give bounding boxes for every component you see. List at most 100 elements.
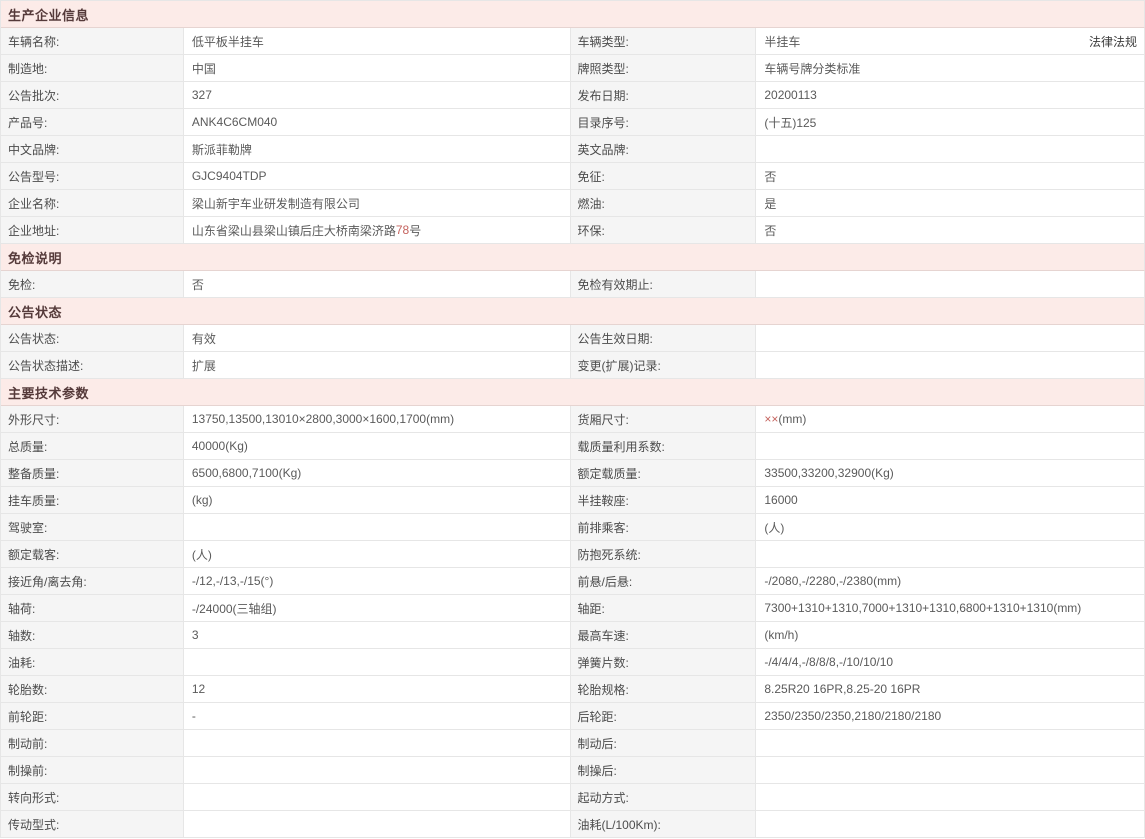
field-label-text: 额定载客: (8, 547, 60, 562)
value-text: (十五)125 (764, 115, 817, 130)
value-text: (kg) (191, 493, 213, 507)
field-value: 16000 (756, 487, 1145, 513)
laws-regulations-link[interactable]: 法律法规 (1089, 33, 1144, 50)
table-row: 免检: 否 免检有效期止: (1, 271, 1145, 298)
field-label: 传动型式: (1, 811, 184, 837)
field-label: 轮胎数: (1, 676, 184, 702)
field-label: 外形尺寸: (1, 406, 184, 432)
field-value (756, 784, 1145, 810)
field-value: 中国 (183, 55, 571, 81)
value-text: 8.25R20 16PR,8.25-20 16PR (764, 682, 921, 696)
value-text: 中国 (191, 61, 216, 76)
field-value (756, 352, 1145, 378)
field-label: 转向形式: (1, 784, 184, 810)
value-text: 车辆号牌分类标准 (764, 61, 861, 76)
field-value: (kg) (183, 487, 571, 513)
field-value (756, 271, 1145, 297)
field-label: 公告生效日期: (570, 325, 757, 351)
field-value: -/2080,-/2280,-/2380(mm) (756, 568, 1145, 594)
value-text: 13750,13500,13010×2800,3000×1600,1700(mm… (191, 412, 455, 426)
value-text: 6500,6800,7100(Kg) (191, 466, 302, 480)
table-row: 接近角/离去角: -/12,-/13,-/15(°) 前悬/后悬: -/2080,-/… (1, 568, 1145, 595)
field-label-text: 免检: (8, 277, 36, 292)
value-text: 是 (764, 196, 777, 211)
field-label-text: 载质量利用系数: (577, 439, 665, 454)
field-value: 327 (183, 82, 571, 108)
field-value: 8.25R20 16PR,8.25-20 16PR (756, 676, 1145, 702)
field-label-text: 货厢尺寸: (577, 412, 629, 427)
field-label-text: 公告状态描述: (8, 358, 84, 373)
field-label: 起动方式: (570, 784, 757, 810)
table-row: 产品号: ANK4C6CM040 目录序号: (十五)125 (1, 109, 1145, 136)
field-value: -/4/4/4,-/8/8/8,-/10/10/10 (756, 649, 1145, 675)
section-title: 主要技术参数 (8, 385, 90, 401)
field-value: -/24000(三轴组) (183, 595, 571, 621)
field-value (756, 136, 1145, 162)
section-header: 公告状态 (1, 298, 1145, 325)
field-value: 13750,13500,13010×2800,3000×1600,1700(mm… (183, 406, 571, 432)
field-value: (人) (756, 514, 1145, 540)
field-label-text: 额定载质量: (577, 466, 641, 481)
field-value: 12 (183, 676, 571, 702)
value-text: 327 (191, 88, 212, 102)
field-label: 制动前: (1, 730, 184, 756)
section-title: 免检说明 (8, 250, 63, 266)
field-value: GJC9404TDP (183, 163, 571, 189)
value-text: -/4/4/4,-/8/8/8,-/10/10/10 (764, 655, 894, 669)
value-text: 33500,33200,32900(Kg) (764, 466, 894, 480)
field-label-text: 车辆类型: (577, 34, 629, 49)
value-text: 低平板半挂车 (191, 34, 264, 49)
field-value: 车辆号牌分类标准 (756, 55, 1145, 81)
value-text: 有效 (191, 331, 216, 346)
field-label: 环保: (570, 217, 757, 243)
field-value (756, 325, 1145, 351)
value-text: 否 (764, 223, 777, 238)
value-text: 梁山新宇车业研发制造有限公司 (191, 196, 360, 211)
field-label: 最高车速: (570, 622, 757, 648)
field-label: 制造地: (1, 55, 184, 81)
field-value: 否 (756, 163, 1145, 189)
field-label-text: 最高车速: (577, 628, 629, 643)
field-label-text: 油耗(L/100Km): (577, 817, 661, 832)
field-label-text: 免征: (577, 169, 605, 184)
field-value: 半挂车 法律法规 (756, 28, 1145, 54)
field-value: 低平板半挂车 (183, 28, 571, 54)
field-label: 挂车质量: (1, 487, 184, 513)
field-label-text: 挂车质量: (8, 493, 60, 508)
field-label: 公告状态描述: (1, 352, 184, 378)
field-label-text: 英文品牌: (577, 142, 629, 157)
field-label-text: 轴数: (8, 628, 36, 643)
field-value: 有效 (183, 325, 571, 351)
field-label-text: 产品号: (8, 115, 48, 130)
field-value: 3 (183, 622, 571, 648)
field-label-text: 起动方式: (577, 790, 629, 805)
field-label-text: 接近角/离去角: (8, 574, 87, 589)
table-row: 制动前: 制动后: (1, 730, 1145, 757)
value-text: 7300+1310+1310,7000+1310+1310,6800+1310+… (764, 601, 1082, 615)
value-text: 16000 (764, 493, 798, 507)
field-label: 企业地址: (1, 217, 184, 243)
field-label: 车辆名称: (1, 28, 184, 54)
field-label-text: 总质量: (8, 439, 48, 454)
table-row: 公告状态描述: 扩展 变更(扩展)记录: (1, 352, 1145, 379)
field-label: 油耗: (1, 649, 184, 675)
field-label-text: 环保: (577, 223, 605, 238)
field-label-text: 制动后: (577, 736, 617, 751)
field-value: ×× (mm) (756, 406, 1145, 432)
field-label-text: 轴距: (577, 601, 605, 616)
value-text: -/12,-/13,-/15(°) (191, 574, 274, 588)
field-value (183, 514, 571, 540)
field-value (183, 730, 571, 756)
field-label-text: 公告型号: (8, 169, 60, 184)
table-row: 制操前: 制操后: (1, 757, 1145, 784)
value-text: 否 (764, 169, 777, 184)
value-text: 12 (191, 682, 206, 696)
field-value: 梁山新宇车业研发制造有限公司 (183, 190, 571, 216)
table-row: 制造地: 中国 牌照类型: 车辆号牌分类标准 (1, 55, 1145, 82)
field-label: 制操前: (1, 757, 184, 783)
field-label-text: 传动型式: (8, 817, 60, 832)
field-value: - (183, 703, 571, 729)
field-label-text: 制操前: (8, 763, 48, 778)
value-text: GJC9404TDP (191, 169, 267, 183)
field-value: 扩展 (183, 352, 571, 378)
